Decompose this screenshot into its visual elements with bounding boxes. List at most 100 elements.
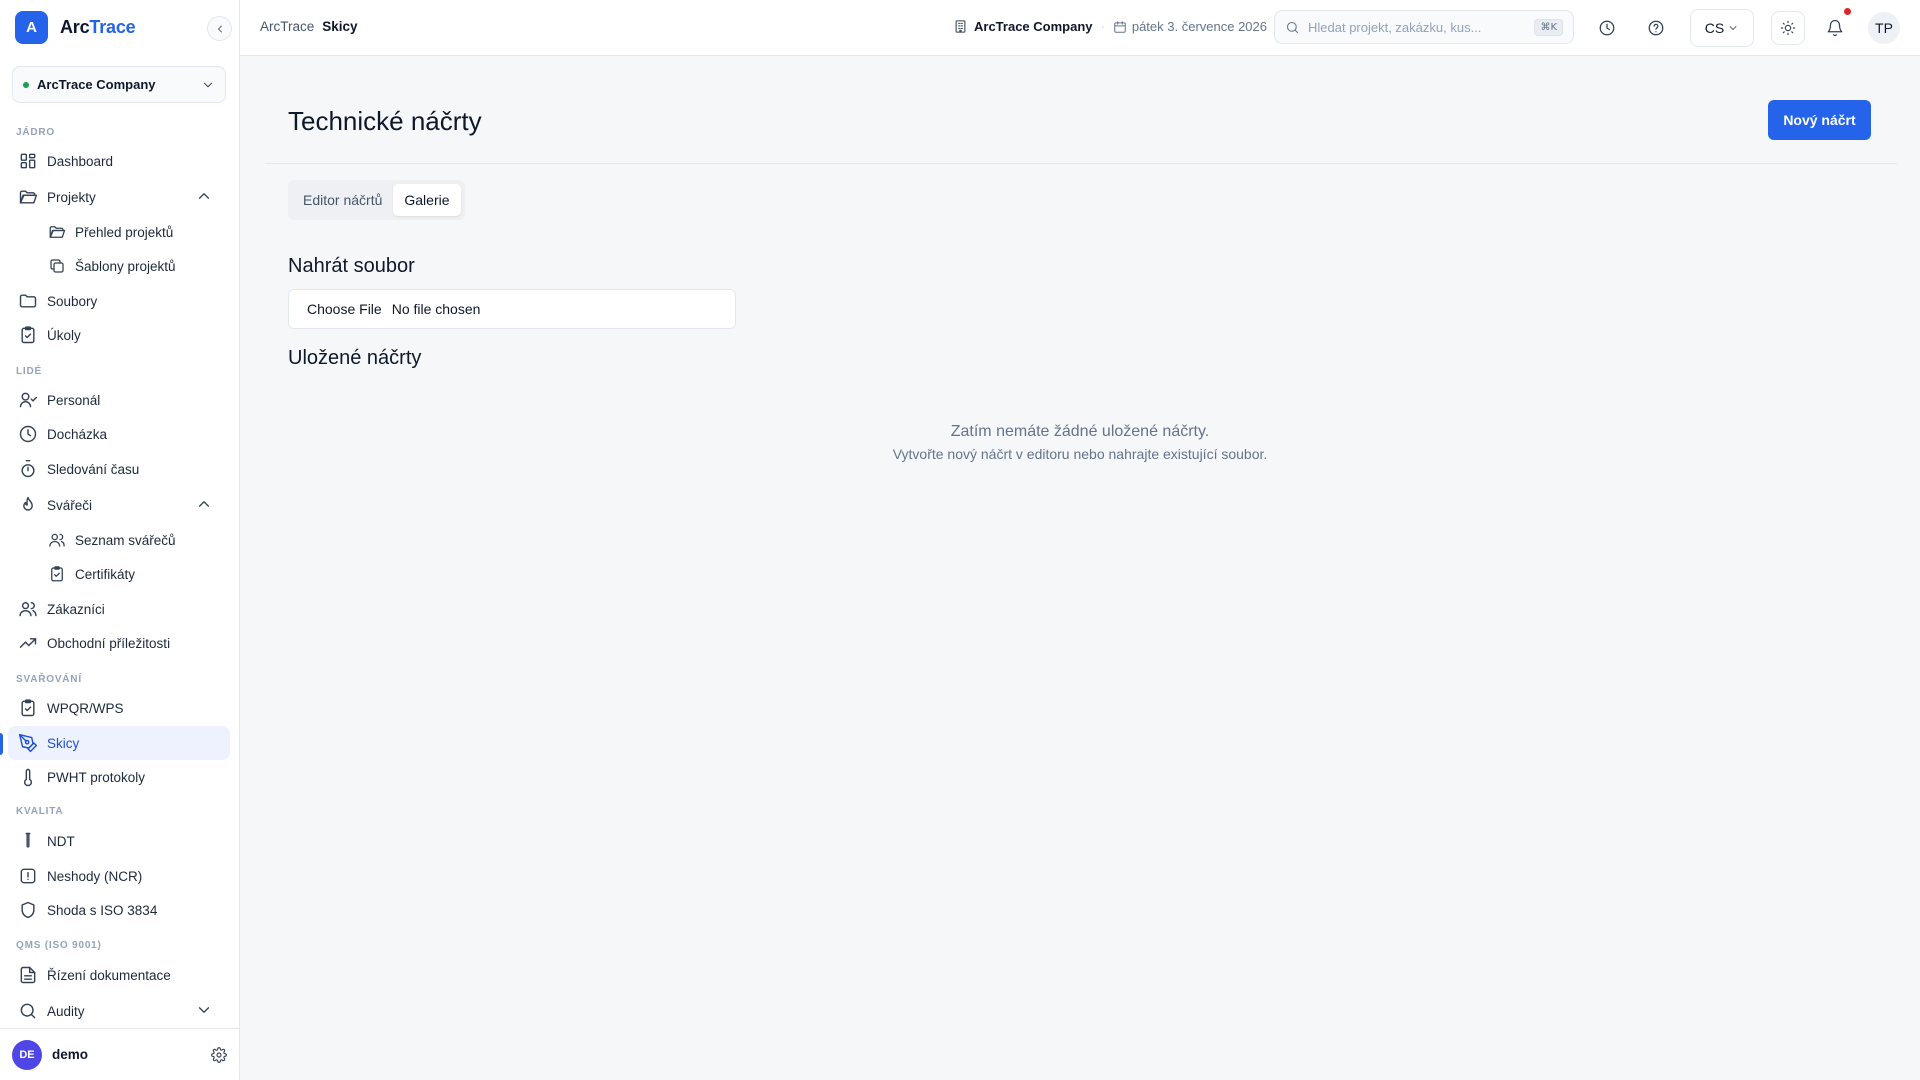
divider xyxy=(265,163,1897,164)
avatar[interactable]: DE xyxy=(12,1039,42,1070)
sidebar-item-doc-control[interactable]: Řízení dokumentace xyxy=(8,958,230,992)
sidebar-item-label: Docházka xyxy=(47,426,108,442)
sidebar-item-tasks[interactable]: Úkoly xyxy=(8,318,230,352)
chevron-down-icon xyxy=(204,82,212,87)
sidebar-item-time-tracking[interactable]: Sledování času xyxy=(8,452,230,486)
tab-gallery[interactable]: Galerie xyxy=(393,184,461,216)
saved-sketches-title: Uložené náčrty xyxy=(288,347,422,369)
sidebar-item-label: Shoda s ISO 3834 xyxy=(47,902,158,918)
sidebar-item-dashboard[interactable]: Dashboard xyxy=(8,144,230,178)
topbar-company: ArcTrace Company · pátek 3. července 202… xyxy=(953,19,1267,34)
file-text-icon xyxy=(20,966,36,984)
topbar-date: pátek 3. července 2026 xyxy=(1113,19,1267,34)
users-icon xyxy=(49,533,65,547)
sidebar-item-label: Projekty xyxy=(47,189,96,205)
search-box[interactable]: ⌘K xyxy=(1274,10,1574,44)
sidebar-item-pwht[interactable]: PWHT protokoly xyxy=(8,760,230,794)
chevron-down-icon xyxy=(1729,26,1737,30)
sidebar-item-label: Dashboard xyxy=(47,153,114,169)
brand-name-part2: Trace xyxy=(89,17,136,37)
search-input[interactable] xyxy=(1308,19,1535,35)
choose-file-button[interactable]: Choose File xyxy=(307,301,382,317)
sidebar-item-opportunities[interactable]: Obchodní příležitosti xyxy=(8,626,230,660)
copy-icon xyxy=(50,259,64,273)
gear-icon[interactable] xyxy=(211,1046,227,1063)
theme-toggle-button[interactable] xyxy=(1771,11,1805,45)
nav-section-qms: QMS (ISO 9001) xyxy=(16,940,102,951)
sidebar-footer: DE demo xyxy=(0,1028,239,1080)
sidebar-item-label: Skicy xyxy=(47,735,80,751)
clipboard-check-icon xyxy=(21,326,35,344)
clipboard-check-icon xyxy=(21,699,35,717)
search-icon xyxy=(1286,21,1299,33)
topbar: ArcTrace Skicy ArcTrace Company · pátek … xyxy=(240,0,1920,56)
test-tube-icon xyxy=(25,832,31,848)
brand-name-part1: Arc xyxy=(60,17,90,37)
help-button[interactable] xyxy=(1643,15,1669,41)
separator-dot: · xyxy=(1100,19,1105,34)
flame-icon xyxy=(23,496,33,511)
file-status: No file chosen xyxy=(391,301,481,317)
language-select[interactable]: CS xyxy=(1690,9,1754,47)
brand-name: ArcTrace xyxy=(60,17,136,38)
sidebar-item-label: Neshody (NCR) xyxy=(47,868,143,884)
user-avatar[interactable]: TP xyxy=(1868,12,1900,44)
brand[interactable]: A ArcTrace xyxy=(15,11,225,44)
company-select[interactable]: ArcTrace Company xyxy=(12,66,226,103)
clock-icon xyxy=(19,425,37,443)
sidebar-item-label: Úkoly xyxy=(47,327,81,343)
file-upload-input[interactable]: Choose File No file chosen xyxy=(288,289,736,329)
nav-section-people: LIDÉ xyxy=(16,366,42,377)
chevron-up-icon xyxy=(198,501,210,507)
shield-icon xyxy=(21,901,35,919)
upload-title: Nahrát soubor xyxy=(288,255,415,277)
breadcrumb: ArcTrace Skicy xyxy=(260,19,358,34)
sidebar-item-certificates[interactable]: Certifikáty xyxy=(38,557,230,591)
sidebar-item-label: Přehled projektů xyxy=(75,224,174,240)
language-value: CS xyxy=(1704,20,1725,36)
sidebar-item-welders-list[interactable]: Seznam svářečů xyxy=(38,523,230,557)
sidebar-item-label: Certifikáty xyxy=(75,566,136,582)
sidebar-item-label: PWHT protokoly xyxy=(47,769,146,785)
sidebar-item-label: Obchodní příležitosti xyxy=(47,635,171,651)
sidebar-item-welders[interactable]: Svářeči xyxy=(8,488,230,522)
sidebar-item-project-templates[interactable]: Šablony projektů xyxy=(38,249,230,283)
sidebar-item-iso3834[interactable]: Shoda s ISO 3834 xyxy=(8,893,230,927)
sidebar-item-ncr[interactable]: Neshody (NCR) xyxy=(8,859,230,893)
empty-state-subtitle: Vytvořte nový náčrt v editoru nebo nahra… xyxy=(892,446,1268,462)
breadcrumb-root[interactable]: ArcTrace xyxy=(260,19,314,34)
sidebar-item-ndt[interactable]: NDT xyxy=(8,824,230,858)
sidebar-item-staff[interactable]: Personál xyxy=(8,383,230,417)
tab-editor[interactable]: Editor náčrtů xyxy=(292,184,393,216)
new-sketch-button[interactable]: Nový náčrt xyxy=(1768,100,1871,140)
sidebar-item-label: Řízení dokumentace xyxy=(47,967,171,983)
folder-open-icon xyxy=(19,190,38,204)
sidebar-item-customers[interactable]: Zákazníci xyxy=(8,592,230,626)
alert-square-icon xyxy=(20,868,36,884)
sidebar-item-label: Personál xyxy=(47,392,101,408)
users-icon xyxy=(19,602,37,617)
history-button[interactable] xyxy=(1594,15,1620,41)
sidebar-item-label: WPQR/WPS xyxy=(47,700,124,716)
sidebar-item-label: NDT xyxy=(47,833,75,849)
sidebar-item-label: Seznam svářečů xyxy=(75,532,176,548)
status-dot xyxy=(23,81,29,88)
calendar-icon xyxy=(1114,20,1126,33)
sidebar-item-projects[interactable]: Projekty xyxy=(8,180,230,214)
sidebar-item-attendance[interactable]: Docházka xyxy=(8,417,230,451)
sidebar-item-files[interactable]: Soubory xyxy=(8,284,230,318)
collapse-sidebar-button[interactable] xyxy=(207,16,232,41)
nav-section-welding: SVAŘOVÁNÍ xyxy=(16,674,82,685)
sidebar-item-label: Sledování času xyxy=(47,461,140,477)
bell-icon xyxy=(1827,19,1843,37)
notifications-button[interactable] xyxy=(1822,15,1848,41)
sidebar-item-wpqr[interactable]: WPQR/WPS xyxy=(8,691,230,725)
sidebar-item-projects-overview[interactable]: Přehled projektů xyxy=(38,215,230,249)
sidebar-item-sketches[interactable]: Skicy xyxy=(8,726,230,760)
sidebar: A ArcTrace ArcTrace Company JÁDRO Dashbo… xyxy=(0,0,240,1080)
sidebar-item-label: Zákazníci xyxy=(47,601,105,617)
sidebar-item-audits[interactable]: Audity xyxy=(8,994,230,1028)
company-select-value: ArcTrace Company xyxy=(37,77,156,92)
notification-badge xyxy=(1844,8,1851,15)
clipboard-check-icon xyxy=(51,566,63,582)
